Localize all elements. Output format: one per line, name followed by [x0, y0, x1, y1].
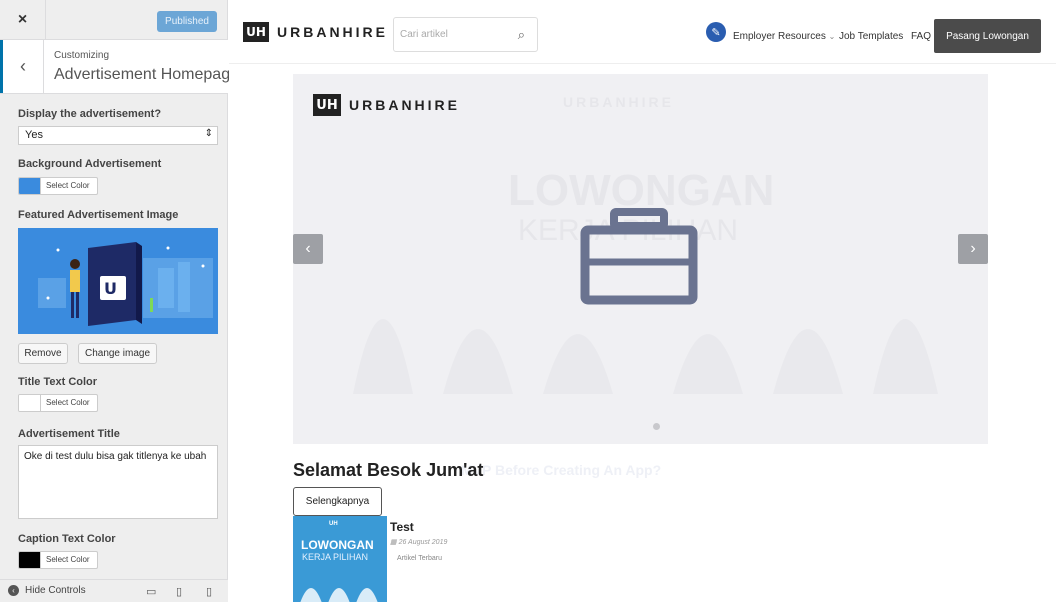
site-header: UH URBANHIRE Cari artikel ⌕ ✎ Employer R… — [229, 0, 1056, 64]
title-text-color-label: Title Text Color — [18, 376, 98, 388]
back-button[interactable]: ‹ — [0, 40, 44, 93]
edit-shortcut-icon[interactable]: ✎ — [706, 22, 726, 42]
calendar-icon: ▦ — [390, 539, 397, 546]
slider-prev-button[interactable]: ‹ — [293, 234, 323, 264]
publish-button[interactable]: Published — [157, 11, 217, 32]
illustration-image: U — [38, 242, 213, 326]
remove-image-button[interactable]: Remove — [18, 343, 68, 364]
select-arrows-icon: ⇕ — [204, 128, 213, 139]
display-ad-value: Yes — [25, 129, 43, 141]
hero-logo-wordmark: URBANHIRE — [349, 97, 460, 113]
nav-employer-resources[interactable]: Employer Resources ⌄ — [733, 31, 835, 42]
slider-next-button[interactable]: › — [958, 234, 988, 264]
thumb-subheadline: KERJA PILIHAN — [302, 552, 369, 562]
bg-color-picker[interactable]: Select Color — [18, 177, 98, 195]
site-logo[interactable]: UH URBANHIRE — [243, 22, 388, 42]
hide-controls-label: Hide Controls — [25, 585, 86, 596]
caption-color-picker[interactable]: Select Color — [18, 551, 98, 569]
title-select-color-label: Select Color — [46, 398, 90, 407]
mobile-preview-icon[interactable]: ▯ — [206, 585, 212, 598]
slider-dot[interactable] — [653, 423, 660, 430]
collapse-icon: ‹ — [8, 585, 19, 596]
search-input[interactable]: Cari artikel ⌕ — [393, 17, 538, 52]
hero-slider: URBANHIRE LOWONGAN KERJA PILIHAN UH URBA… — [293, 74, 988, 444]
thumb-headline: LOWONGAN — [301, 538, 374, 552]
article-date-text: 26 August 2019 — [398, 539, 448, 546]
customizing-label: Customizing — [54, 50, 110, 61]
pasang-lowongan-button[interactable]: Pasang Lowongan — [934, 19, 1041, 53]
title-color-chip — [19, 395, 41, 411]
svg-text:U: U — [104, 279, 117, 298]
thumb-chairs — [300, 588, 378, 602]
ad-title-label: Advertisement Title — [18, 428, 120, 440]
site-preview: UH URBANHIRE Cari artikel ⌕ ✎ Employer R… — [229, 0, 1056, 602]
article-thumbnail[interactable]: UH LOWONGAN KERJA PILIHAN — [293, 516, 387, 602]
selengkapnya-button[interactable]: Selengkapnya — [293, 487, 382, 516]
customizer-panel: × Published ‹ Customizing Advertisement … — [0, 0, 239, 602]
search-icon[interactable]: ⌕ — [518, 27, 525, 43]
nav-faq[interactable]: FAQ — [911, 31, 931, 42]
article-title[interactable]: Test — [390, 520, 414, 534]
advertisement-title: Selamat Besok Jum'at — [293, 460, 484, 480]
display-ad-label: Display the advertisement? — [18, 108, 162, 120]
article-date: ▦ 26 August 2019 — [390, 538, 447, 546]
desktop-preview-icon[interactable]: ▭ — [146, 585, 156, 598]
thumb-logo-mark: UH — [329, 521, 338, 527]
nav-employer-label: Employer Resources — [733, 31, 826, 42]
change-image-button[interactable]: Change image — [78, 343, 157, 364]
bg-ad-label: Background Advertisement — [18, 158, 162, 170]
briefcase-icon — [580, 208, 698, 305]
app-root: × Published ‹ Customizing Advertisement … — [0, 0, 1056, 602]
caption-select-color-label: Select Color — [46, 555, 90, 564]
chevron-down-icon: ⌄ — [828, 32, 836, 41]
logo-mark: UH — [243, 22, 269, 42]
nav-job-templates[interactable]: Job Templates — [839, 31, 903, 42]
section-title-bar: ‹ Customizing Advertisement Homepage — [0, 40, 239, 94]
logo-wordmark: URBANHIRE — [277, 24, 388, 40]
bg-select-color-label: Select Color — [46, 181, 90, 190]
title-color-picker[interactable]: Select Color — [18, 394, 98, 412]
ad-title-textarea[interactable]: Oke di test dulu bisa gak titlenya ke ub… — [18, 445, 218, 519]
section-title: Advertisement Homepage — [54, 66, 239, 83]
caption-color-chip — [19, 552, 41, 568]
caption-ghost-text: MVP Before Creating An App? — [461, 462, 662, 478]
article-category[interactable]: Artikel Terbaru — [397, 555, 442, 562]
featured-image-label: Featured Advertisement Image — [18, 209, 179, 221]
customizer-footer: ‹ Hide Controls ▭ ▯ ▯ — [0, 579, 228, 602]
hero-logo: UH URBANHIRE — [313, 94, 460, 116]
featured-image-preview: U — [18, 228, 218, 334]
bg-color-chip — [19, 178, 41, 194]
close-button[interactable]: × — [0, 0, 46, 40]
search-placeholder: Cari artikel — [400, 29, 448, 40]
hero-logo-mark: UH — [313, 94, 341, 116]
customizer-header: × Published — [0, 0, 228, 40]
display-ad-select[interactable]: Yes ⇕ — [18, 126, 218, 145]
tablet-preview-icon[interactable]: ▯ — [176, 585, 182, 598]
caption-text-color-label: Caption Text Color — [18, 533, 116, 545]
hide-controls-button[interactable]: ‹ Hide Controls — [8, 585, 86, 596]
